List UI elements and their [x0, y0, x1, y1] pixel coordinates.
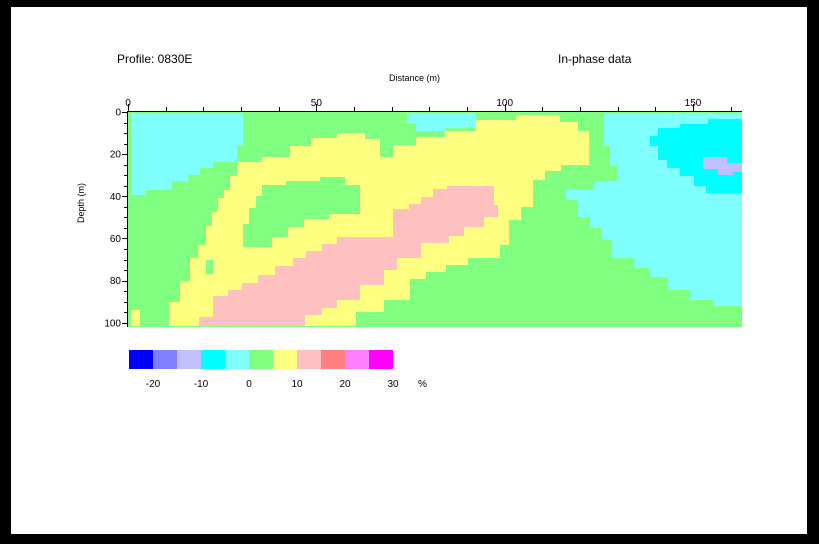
colorbar-swatch: [273, 350, 297, 369]
y-tick-label: 100: [104, 318, 121, 329]
colorbar-swatch: [153, 350, 177, 369]
colorbar-swatch: [297, 350, 321, 369]
x-tick-label: 50: [311, 98, 323, 109]
region-lower-left-strip: [131, 310, 140, 326]
x-tick-label: 100: [496, 98, 513, 109]
x-tick-label: 0: [125, 98, 131, 109]
y-tick-label: 40: [110, 192, 122, 203]
colorbar-swatch: [129, 350, 153, 369]
y-tick-label: 60: [110, 234, 122, 245]
colorbar-swatch: [225, 350, 249, 369]
colorbar-swatch: [369, 350, 393, 369]
section-chart: 0 50 100 150 0 20 40 60 80 100 -20 -10 0 10 20 30%: [104, 98, 742, 390]
y-tick-label: 0: [115, 108, 121, 119]
region-band-indent: [206, 260, 213, 274]
colorbar-label: 20: [339, 379, 351, 390]
colorbar-unit-label: %: [418, 379, 427, 390]
colorbar-label: -20: [146, 379, 161, 390]
colorbar-swatch: [249, 350, 273, 369]
colorbar-swatch: [177, 350, 201, 369]
colorbar: -20 -10 0 10 20 30%: [129, 350, 427, 390]
x-tick-label: 150: [685, 98, 702, 109]
colorbar-swatch: [345, 350, 369, 369]
y-ticks: 0 20 40 60 80 100: [104, 108, 127, 329]
y-tick-label: 20: [110, 150, 122, 161]
colorbar-label: 10: [291, 379, 303, 390]
y-tick-label: 80: [110, 276, 122, 287]
colorbar-swatch: [201, 350, 225, 369]
x-ticks: 0 50 100 150: [125, 98, 732, 111]
colorbar-label: 30: [387, 379, 399, 390]
colorbar-swatch: [321, 350, 345, 369]
colorbar-label: 0: [246, 379, 252, 390]
colorbar-label: -10: [194, 379, 209, 390]
